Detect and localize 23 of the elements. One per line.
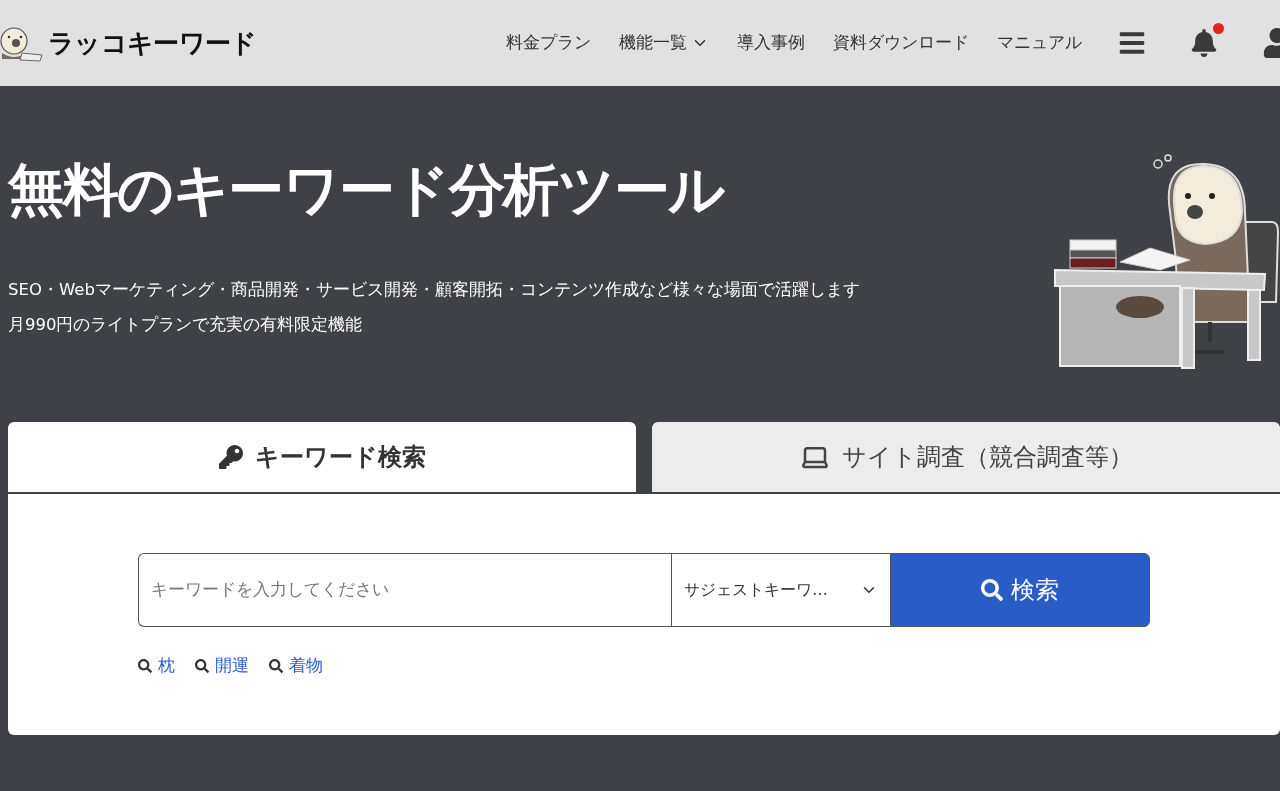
nav-link[interactable]: 導入事例 xyxy=(737,30,805,56)
search-icon xyxy=(195,658,209,673)
nav-link[interactable]: 料金プラン xyxy=(506,30,591,56)
hero-subtitle: 月990円のライトプランで充実の有料限定機能 xyxy=(8,314,364,336)
search-icon xyxy=(981,579,1003,601)
suggestion-link[interactable]: 着物 xyxy=(269,653,323,679)
menu-icon[interactable] xyxy=(1118,29,1146,57)
search-tab[interactable]: キーワード検索 xyxy=(8,422,636,492)
nav-link[interactable]: マニュアル xyxy=(997,30,1082,56)
nav-link[interactable]: 機能一覧 xyxy=(619,30,709,56)
search-icon xyxy=(138,658,152,673)
search-tab[interactable]: サイト調査（競合調査等） xyxy=(652,422,1280,492)
key-icon xyxy=(218,445,243,469)
hero-title: 無料のキーワード分析ツール xyxy=(8,162,726,218)
logo-text[interactable]: ラッコキーワード xyxy=(48,23,257,63)
nav-link[interactable]: 資料ダウンロード xyxy=(833,30,969,56)
suggestion-link[interactable]: 開運 xyxy=(195,653,249,679)
keyword-input[interactable]: キーワードを入力してください xyxy=(138,553,671,627)
suggestion-link[interactable]: 枕 xyxy=(138,653,175,679)
bell-icon[interactable] xyxy=(1190,29,1218,57)
search-icon xyxy=(269,658,283,673)
search-button[interactable]: 検索 xyxy=(890,553,1150,627)
hero-subtitle: SEO・Webマーケティング・商品開発・サービス開発・顧客開拓・コンテンツ作成など様々な場面で活躍します xyxy=(8,280,861,301)
